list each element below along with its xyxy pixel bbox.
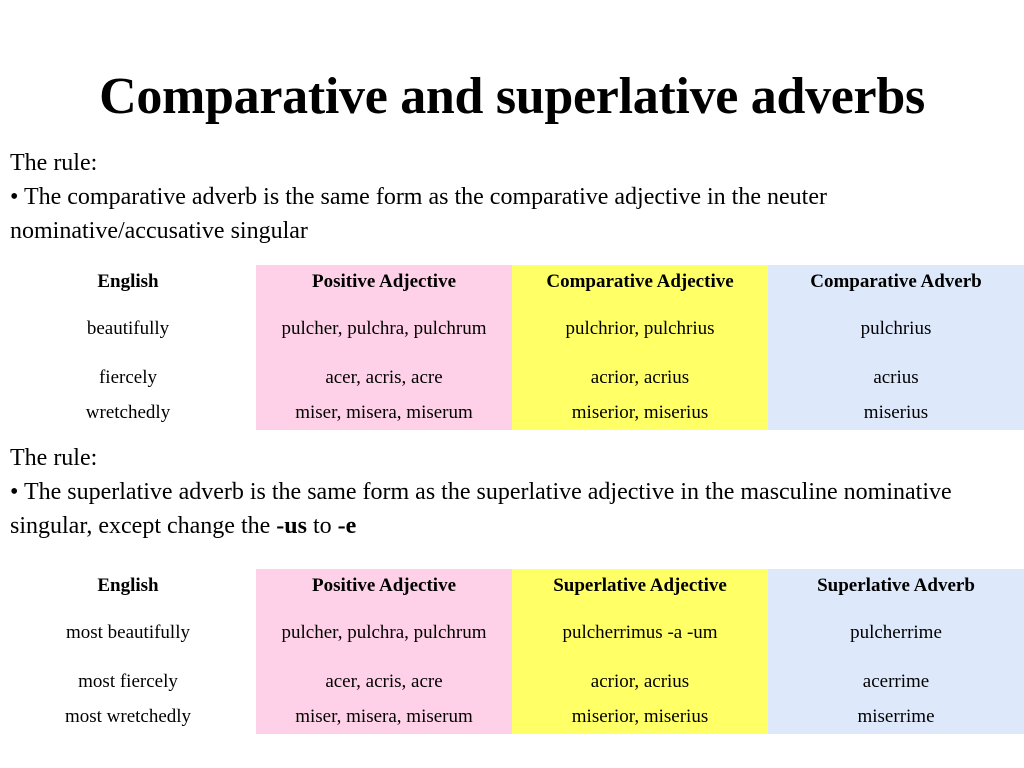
english-cell: most beautifully (0, 603, 256, 663)
superlative-table: English Positive Adjective Superlative A… (0, 569, 1024, 734)
table-row: most fiercely acer, acris, acre acrior, … (0, 663, 1024, 700)
comparative-adverb-cell: acrius (768, 359, 1024, 396)
english-cell: most fiercely (0, 663, 256, 700)
english-cell: fiercely (0, 359, 256, 396)
positive-adjective-cell: miser, misera, miserum (256, 700, 512, 734)
comparative-adjective-cell: miserior, miserius (512, 396, 768, 430)
slide-title: Comparative and superlative adverbs (99, 68, 925, 125)
comparative-adjective-cell: acrior, acrius (512, 359, 768, 396)
comparative-rule-bullet: • The comparative adverb is the same for… (10, 184, 827, 244)
comparative-rule-heading: The rule: (10, 150, 98, 176)
superlative-adjective-cell: miserior, miserius (512, 700, 768, 734)
english-cell: beautifully (0, 299, 256, 359)
comparative-table: English Positive Adjective Comparative A… (0, 265, 1024, 430)
superlative-rule-text: • The superlative adverb is the same for… (10, 479, 952, 539)
table-row: fiercely acer, acris, acre acrior, acriu… (0, 359, 1024, 396)
table-row: wretchedly miser, misera, miserum miseri… (0, 396, 1024, 430)
header-english: English (0, 569, 256, 603)
positive-adjective-cell: acer, acris, acre (256, 359, 512, 396)
positive-adjective-cell: acer, acris, acre (256, 663, 512, 700)
ending-to: -e (337, 513, 357, 539)
positive-adjective-cell: pulcher, pulchra, pulchrum (256, 603, 512, 663)
positive-adjective-cell: miser, misera, miserum (256, 396, 512, 430)
header-superlative-adverb: Superlative Adverb (768, 569, 1024, 603)
superlative-rule-bullet: • The superlative adverb is the same for… (10, 475, 1015, 543)
english-cell: wretchedly (0, 396, 256, 430)
english-cell: most wretchedly (0, 700, 256, 734)
comparative-adjective-cell: pulchrior, pulchrius (512, 299, 768, 359)
header-positive-adjective: Positive Adjective (256, 265, 512, 299)
comparative-adverb-cell: pulchrius (768, 299, 1024, 359)
table-row: beautifully pulcher, pulchra, pulchrum p… (0, 299, 1024, 359)
comparative-adverb-cell: miserius (768, 396, 1024, 430)
positive-adjective-cell: pulcher, pulchra, pulchrum (256, 299, 512, 359)
superlative-rule: The rule: • The superlative adverb is th… (10, 441, 1015, 543)
superlative-adjective-cell: pulcherrimus -a -um (512, 603, 768, 663)
superlative-adverb-cell: acerrime (768, 663, 1024, 700)
header-english: English (0, 265, 256, 299)
table-row: most beautifully pulcher, pulchra, pulch… (0, 603, 1024, 663)
rule-connector: to (306, 513, 338, 539)
header-comparative-adverb: Comparative Adverb (768, 265, 1024, 299)
superlative-adverb-cell: pulcherrime (768, 603, 1024, 663)
table-row: most wretchedly miser, misera, miserum m… (0, 700, 1024, 734)
table-header-row: English Positive Adjective Superlative A… (0, 569, 1024, 603)
header-superlative-adjective: Superlative Adjective (512, 569, 768, 603)
header-comparative-adjective: Comparative Adjective (512, 265, 768, 299)
superlative-adverb-cell: miserrime (768, 700, 1024, 734)
table-header-row: English Positive Adjective Comparative A… (0, 265, 1024, 299)
header-positive-adjective: Positive Adjective (256, 569, 512, 603)
superlative-rule-heading: The rule: (10, 445, 98, 471)
comparative-rule: The rule: • The comparative adverb is th… (10, 146, 1015, 248)
ending-from: -us (276, 513, 307, 539)
superlative-adjective-cell: acrior, acrius (512, 663, 768, 700)
